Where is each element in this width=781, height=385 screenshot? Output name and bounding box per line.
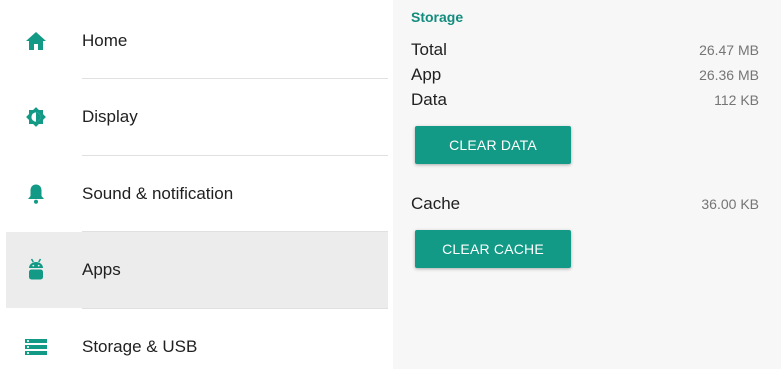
nav-item-home[interactable]: Home	[6, 3, 388, 79]
nav-item-sound[interactable]: Sound & notification	[6, 156, 388, 232]
android-icon	[20, 258, 52, 281]
nav-item-label: Apps	[82, 260, 121, 279]
bell-icon	[20, 183, 52, 205]
nav-item-label: Display	[82, 107, 138, 126]
section-title: Storage	[411, 9, 464, 25]
nav-item-label: Storage & USB	[82, 337, 198, 356]
total-value: 26.47 MB	[699, 42, 759, 58]
storage-detail-pane: Storage Total 26.47 MB App 26.36 MB Data…	[393, 0, 781, 369]
nav-item-apps[interactable]: Apps	[6, 232, 388, 308]
clear-data-button[interactable]: CLEAR DATA	[415, 126, 571, 164]
cache-value: 36.00 KB	[701, 196, 759, 212]
app-size-label: App	[411, 65, 442, 84]
data-size-label: Data	[411, 90, 447, 109]
home-icon	[20, 30, 52, 52]
nav-item-label: Home	[82, 31, 128, 50]
clear-cache-button[interactable]: CLEAR CACHE	[415, 230, 571, 268]
nav-item-storage[interactable]: Storage & USB	[6, 309, 388, 385]
storage-icon	[20, 336, 52, 358]
app-size-value: 26.36 MB	[699, 67, 759, 83]
nav-item-label: Sound & notification	[82, 184, 234, 203]
nav-item-display[interactable]: Display	[6, 79, 388, 155]
cache-label: Cache	[411, 194, 461, 213]
brightness-icon	[20, 106, 52, 128]
navigation-pane: Home Display Sound & notification Apps S…	[0, 0, 388, 369]
total-label: Total	[411, 40, 447, 59]
data-size-value: 112 KB	[714, 92, 759, 108]
